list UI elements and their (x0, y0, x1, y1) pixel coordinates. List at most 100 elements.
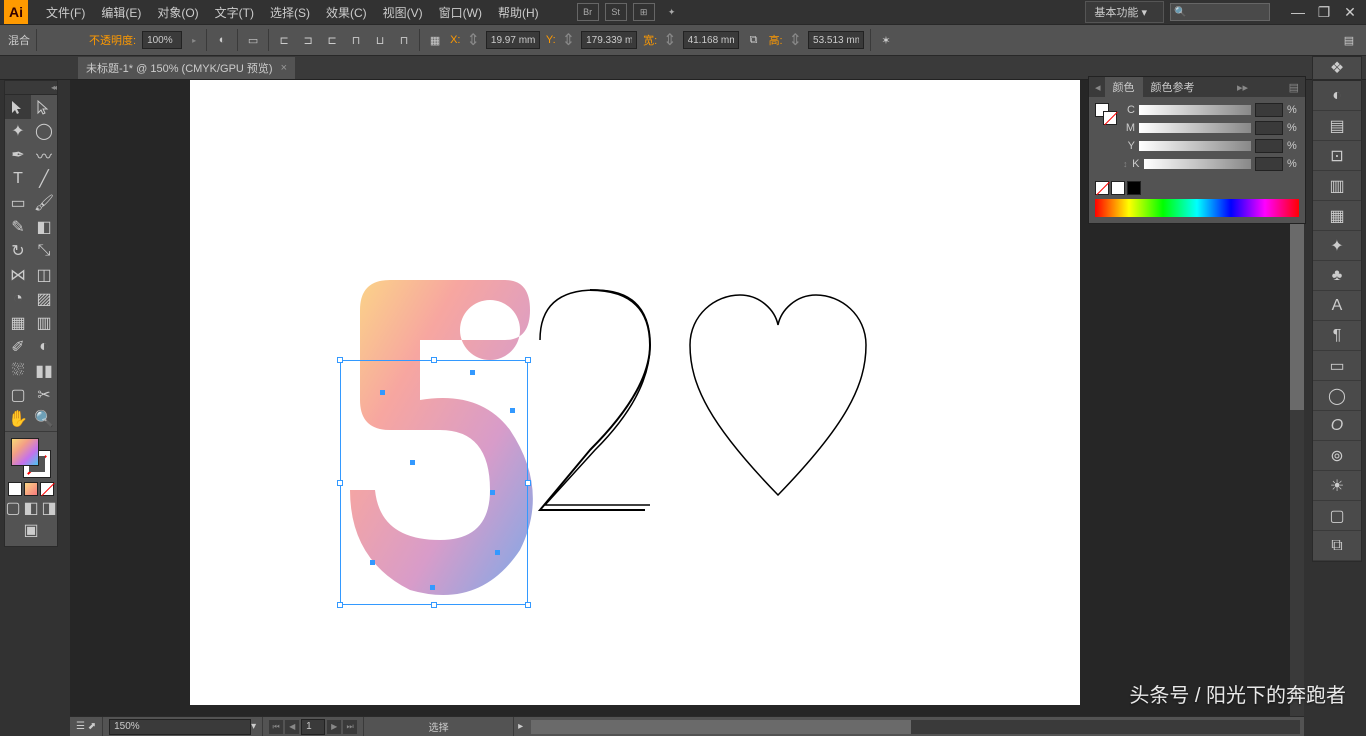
y-input[interactable] (581, 31, 637, 49)
pencil-tool[interactable]: ✎ (5, 215, 31, 239)
color-guide-tab[interactable]: 颜色参考 (1143, 77, 1203, 97)
slice-tool[interactable]: ✂ (31, 383, 57, 407)
y-slider[interactable] (1139, 141, 1251, 151)
workspace-selector[interactable]: 基本功能 ▾ (1085, 1, 1164, 23)
nav-first[interactable]: ⏮ (269, 720, 283, 734)
x-input[interactable] (486, 31, 540, 49)
dock-cc-icon[interactable]: ⊚ (1313, 441, 1361, 471)
opacity-input[interactable] (142, 31, 182, 49)
free-transform-tool[interactable]: ◫ (31, 263, 57, 287)
panel-fill-stroke[interactable] (1095, 103, 1117, 125)
dock-o-icon[interactable]: O (1313, 411, 1361, 441)
shape-builder-tool[interactable]: ◔ (5, 287, 31, 311)
mesh-tool[interactable]: ▦ (5, 311, 31, 335)
dock-character-icon[interactable]: A (1313, 291, 1361, 321)
dock-artboard-icon[interactable]: ▢ (1313, 501, 1361, 531)
gpu-icon[interactable]: ✦ (661, 3, 683, 21)
dock-opentype-icon[interactable]: ◯ (1313, 381, 1361, 411)
eyedropper-tool[interactable]: ✐ (5, 335, 31, 359)
panel-menu-icon[interactable]: ▤ (1283, 81, 1305, 94)
graph-tool[interactable]: ▮▮ (31, 359, 57, 383)
color-tab[interactable]: 颜色 (1105, 77, 1143, 97)
rectangle-tool[interactable]: ▭ (5, 191, 31, 215)
direct-selection-tool[interactable] (31, 95, 57, 119)
artboard[interactable] (190, 80, 1080, 705)
spectrum-picker[interactable] (1095, 199, 1299, 217)
fill-stroke-swatch[interactable] (11, 438, 51, 478)
selection-tool[interactable] (5, 95, 31, 119)
link-wh-icon[interactable]: ⧉ (745, 31, 763, 49)
menu-effect[interactable]: 效果(C) (318, 4, 375, 21)
menu-file[interactable]: 文件(F) (38, 4, 93, 21)
screen-mode[interactable]: ▣ (21, 520, 41, 540)
align-icon[interactable]: ▭ (244, 31, 262, 49)
y-value[interactable] (1255, 139, 1283, 153)
align-right-icon[interactable]: ⊏ (323, 31, 341, 49)
perspective-tool[interactable]: ▨ (31, 287, 57, 311)
m-slider[interactable] (1139, 123, 1251, 133)
dock-gradient-icon[interactable]: ▥ (1313, 171, 1361, 201)
white-swatch[interactable] (1111, 181, 1125, 195)
black-swatch[interactable] (1127, 181, 1141, 195)
recolor-icon[interactable]: ◐ (213, 31, 231, 49)
transform-icon[interactable]: ▦ (426, 31, 444, 49)
status-menu[interactable]: ☰ ⬈ (70, 717, 103, 736)
dock-paragraph-icon[interactable]: ¶ (1313, 321, 1361, 351)
tab-close-icon[interactable]: × (281, 62, 287, 74)
scale-tool[interactable]: ⤡ (31, 239, 57, 263)
menu-view[interactable]: 视图(V) (375, 4, 431, 21)
k-value[interactable] (1255, 157, 1283, 171)
horizontal-scrollbar[interactable] (531, 720, 1300, 734)
toolbox-header[interactable]: ◂◂ (5, 81, 57, 95)
zoom-tool[interactable]: 🔍 (31, 407, 57, 431)
panel-collapse-icon[interactable]: ▸▸ (1231, 81, 1254, 94)
gradient-mode[interactable] (24, 482, 38, 496)
nav-prev[interactable]: ◀ (285, 720, 299, 734)
curvature-tool[interactable]: 〰 (31, 143, 57, 167)
draw-inside[interactable]: ◨ (41, 500, 57, 516)
draw-normal[interactable]: ▢ (5, 500, 21, 516)
align-center-icon[interactable]: ⊐ (299, 31, 317, 49)
layers-icon[interactable]: ❖ (1312, 56, 1362, 80)
draw-behind[interactable]: ◧ (23, 500, 39, 516)
gradient-tool[interactable]: ▥ (31, 311, 57, 335)
paintbrush-tool[interactable]: 🖌 (31, 191, 57, 215)
dock-asset-icon[interactable]: ▭ (1313, 351, 1361, 381)
dock-layers-icon[interactable]: ☀ (1313, 471, 1361, 501)
minimize-button[interactable]: — (1286, 3, 1310, 21)
line-tool[interactable]: ╱ (31, 167, 57, 191)
controlbar-menu-icon[interactable]: ▤ (1340, 31, 1358, 49)
dock-appearance-icon[interactable]: ✦ (1313, 231, 1361, 261)
align-bottom-icon[interactable]: ⊓ (395, 31, 413, 49)
document-tab[interactable]: 未标题-1* @ 150% (CMYK/GPU 预览) × (78, 57, 295, 79)
nav-last[interactable]: ⏭ (343, 720, 357, 734)
pen-tool[interactable]: ✒ (5, 143, 31, 167)
menu-type[interactable]: 文字(T) (207, 4, 262, 21)
w-input[interactable] (683, 31, 739, 49)
isolate-icon[interactable]: ✶ (877, 31, 895, 49)
dock-color-icon[interactable]: ◐ (1313, 81, 1361, 111)
magic-wand-tool[interactable]: ✦ (5, 119, 31, 143)
stock-icon[interactable]: St (605, 3, 627, 21)
page-input[interactable] (301, 719, 325, 735)
maximize-button[interactable]: ❐ (1312, 3, 1336, 21)
type-tool[interactable]: T (5, 167, 31, 191)
artboard-tool[interactable]: ▢ (5, 383, 31, 407)
dock-transparency-icon[interactable]: ▦ (1313, 201, 1361, 231)
c-slider[interactable] (1139, 105, 1251, 115)
k-slider[interactable] (1144, 159, 1252, 169)
menu-edit[interactable]: 编辑(E) (93, 4, 149, 21)
hand-tool[interactable]: ✋ (5, 407, 31, 431)
dock-symbols-icon[interactable]: ♣ (1313, 261, 1361, 291)
blend-tool[interactable]: ◐ (31, 335, 57, 359)
zoom-select[interactable] (109, 719, 251, 735)
blend-mode[interactable]: 混合 (8, 32, 30, 48)
menu-window[interactable]: 窗口(W) (431, 4, 490, 21)
width-tool[interactable]: ⋈ (5, 263, 31, 287)
nav-next[interactable]: ▶ (327, 720, 341, 734)
rotate-tool[interactable]: ↻ (5, 239, 31, 263)
symbol-sprayer-tool[interactable]: ⛆ (5, 359, 31, 383)
bridge-icon[interactable]: Br (577, 3, 599, 21)
align-middle-icon[interactable]: ⊔ (371, 31, 389, 49)
color-mode[interactable] (8, 482, 22, 496)
